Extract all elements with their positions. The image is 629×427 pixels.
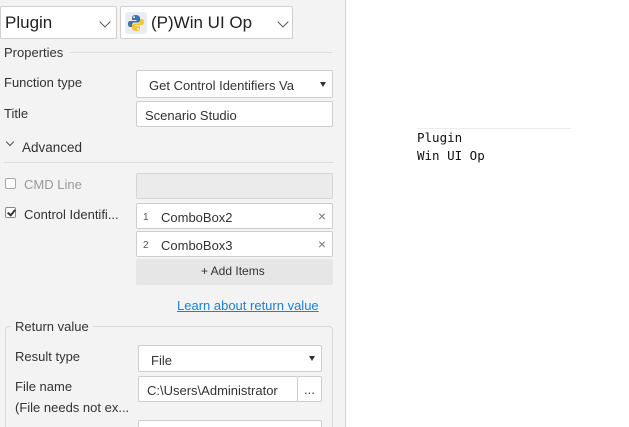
result-type-label: Result type xyxy=(15,349,81,364)
plugin-select-value: (P)Win UI Op xyxy=(151,13,253,32)
control-identifiers-checkbox[interactable] xyxy=(5,207,16,218)
list-item[interactable]: 2 ComboBox3 × xyxy=(136,231,333,257)
cmd-line-input[interactable] xyxy=(136,173,333,199)
learn-return-value-link[interactable]: Learn about return value xyxy=(177,298,319,313)
return-value-group-label: Return value xyxy=(11,319,93,334)
divider xyxy=(417,128,571,129)
advanced-label: Advanced xyxy=(22,140,83,155)
file-name-note: (File needs not ex... xyxy=(15,400,130,415)
caret-down-icon xyxy=(320,82,326,87)
browse-label: ... xyxy=(304,382,315,397)
advanced-toggle[interactable]: Advanced xyxy=(4,137,124,157)
file-name-input[interactable]: C:\Users\Administrator xyxy=(138,376,298,402)
close-icon[interactable]: × xyxy=(318,236,326,252)
title-input[interactable]: Scenario Studio xyxy=(136,101,333,127)
file-name-value: C:\Users\Administrator xyxy=(147,383,278,398)
control-identifiers-label: Control Identifi... xyxy=(24,207,119,222)
category-select-value: Plugin xyxy=(5,13,53,32)
result-type-value: File xyxy=(151,353,172,368)
properties-panel: Plugin (P)Win UI Op Properties Function … xyxy=(0,0,346,427)
next-input-partial[interactable] xyxy=(138,420,322,427)
function-type-value: Get Control Identifiers Va xyxy=(149,78,294,93)
python-icon xyxy=(125,12,147,34)
title-label: Title xyxy=(4,106,29,121)
properties-group-label: Properties xyxy=(4,45,64,60)
cmd-line-label: CMD Line xyxy=(24,177,82,192)
item-index: 1 xyxy=(143,212,149,223)
browse-button[interactable]: ... xyxy=(297,376,322,402)
plugin-select[interactable]: (P)Win UI Op xyxy=(120,6,293,39)
close-icon[interactable]: × xyxy=(318,208,326,224)
function-type-label: Function type xyxy=(4,75,83,90)
add-items-label: + Add Items xyxy=(201,264,265,278)
list-item[interactable]: 1 ComboBox2 × xyxy=(136,203,333,229)
chevron-down-icon xyxy=(5,137,15,147)
item-value: ComboBox3 xyxy=(161,238,233,253)
cmd-line-checkbox[interactable] xyxy=(5,178,16,189)
item-value: ComboBox2 xyxy=(161,210,233,225)
divider xyxy=(4,162,333,163)
caret-down-icon xyxy=(309,356,315,361)
file-name-label: File name xyxy=(15,379,73,394)
item-index: 2 xyxy=(143,240,149,251)
chevron-down-icon xyxy=(99,16,111,28)
add-items-button[interactable]: + Add Items xyxy=(136,259,333,285)
title-input-value: Scenario Studio xyxy=(145,108,237,123)
function-type-select[interactable]: Get Control Identifiers Va xyxy=(136,70,333,98)
chevron-down-icon xyxy=(277,16,289,28)
result-type-select[interactable]: File xyxy=(138,345,322,372)
preview-line-2: Win UI Op xyxy=(417,148,485,163)
divider xyxy=(70,52,332,53)
category-select[interactable]: Plugin xyxy=(0,6,117,39)
preview-line-1: Plugin xyxy=(417,130,463,145)
